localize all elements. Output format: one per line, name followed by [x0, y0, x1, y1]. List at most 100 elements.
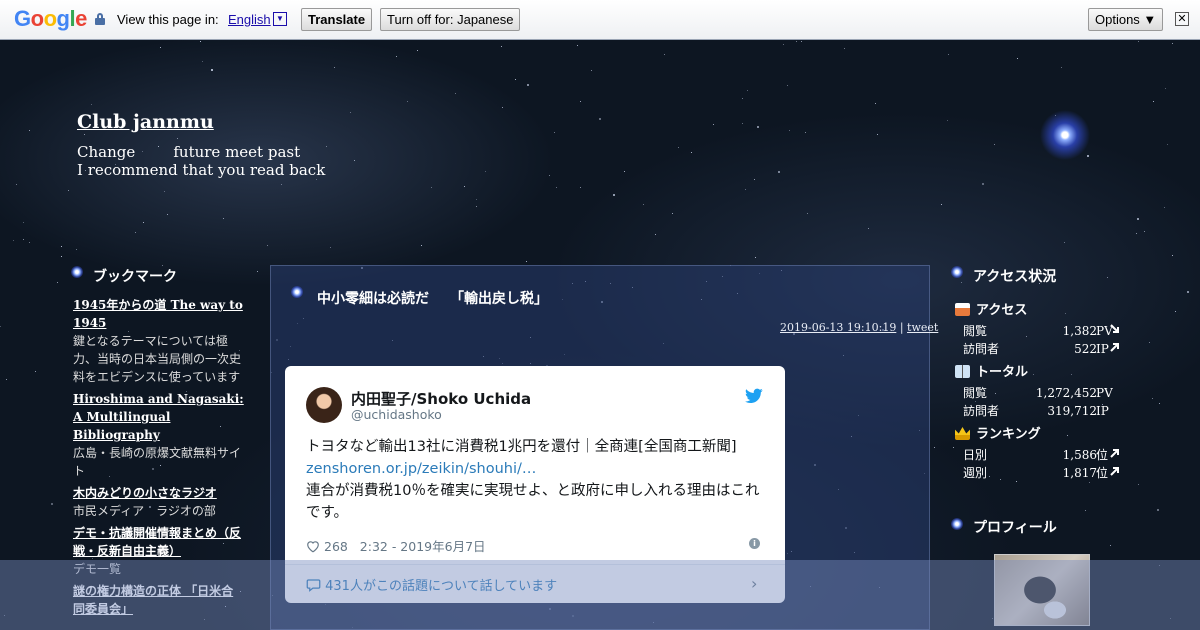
- turn-off-button[interactable]: Turn off for: Japanese: [380, 8, 521, 31]
- star-dot: [1170, 618, 1171, 619]
- star-bullet-icon: [71, 266, 83, 278]
- star-dot: [1064, 242, 1065, 243]
- star-dot: [200, 41, 201, 42]
- star-dot: [643, 204, 644, 205]
- options-button[interactable]: Options ▼: [1088, 8, 1164, 31]
- star-dot: [1089, 482, 1090, 483]
- embedded-tweet[interactable]: 内田聖子/Shoko Uchida @uchidashoko トヨタなど輸出13…: [285, 366, 785, 603]
- site-title[interactable]: Club jannmu: [77, 111, 214, 133]
- star-dot: [167, 214, 168, 215]
- star-dot: [23, 239, 24, 240]
- star-dot: [745, 189, 746, 190]
- star-dot: [407, 101, 408, 102]
- star-dot: [1159, 565, 1160, 566]
- access-section-header: アクセス: [955, 302, 1135, 322]
- entry-date-link[interactable]: 2019-06-13 19:10:19: [780, 321, 896, 334]
- star-dot: [257, 271, 258, 272]
- star-dot: [982, 183, 984, 185]
- star-dot: [1167, 144, 1168, 145]
- bookmark-desc: 広島・長崎の原爆文献無料サイト: [73, 446, 242, 478]
- chevron-right-icon[interactable]: ›: [751, 574, 757, 593]
- bookmark-list: 1945年からの道 The way to 1945 鍵となるテーマについては極力…: [73, 296, 245, 618]
- profile-cat-image[interactable]: [994, 554, 1090, 626]
- star-dot: [61, 246, 62, 247]
- star-dot: [577, 45, 578, 46]
- star-dot: [350, 112, 351, 113]
- stat-key: 訪問者: [963, 342, 1000, 356]
- star-dot: [691, 152, 692, 153]
- star-dot: [29, 242, 30, 243]
- star-dot: [875, 103, 876, 104]
- translate-button[interactable]: Translate: [301, 8, 373, 31]
- tweet-time[interactable]: 2:32 - 2019年6月7日: [360, 539, 486, 554]
- info-icon[interactable]: i: [749, 538, 760, 549]
- stat-key: 訪問者: [963, 404, 1000, 418]
- stat-key: 日別: [963, 448, 988, 462]
- star-dot: [1110, 545, 1111, 546]
- profile-heading: プロフィール: [973, 520, 1057, 536]
- star-dot: [16, 184, 17, 185]
- star-dot: [556, 187, 557, 188]
- star-dot: [0, 326, 1, 327]
- stat-unit: 位: [1096, 466, 1109, 480]
- star-dot: [947, 120, 948, 121]
- tweet-author-handle[interactable]: @uchidashoko: [351, 407, 442, 422]
- star-dot: [1157, 509, 1159, 511]
- star-dot: [527, 84, 529, 86]
- like-count[interactable]: 268: [324, 539, 348, 554]
- star-dot: [787, 85, 788, 86]
- star-dot: [1144, 231, 1145, 232]
- tweet-footer: 268 2:32 - 2019年6月7日: [306, 536, 486, 555]
- star-dot: [1017, 58, 1018, 59]
- star-dot: [580, 101, 581, 102]
- tweet-link[interactable]: zenshoren.or.jp/zeikin/shouhi/…: [306, 461, 536, 477]
- star-dot: [554, 132, 555, 133]
- bookmark-link[interactable]: Hiroshima and Nagasaki: A Multilingual B…: [73, 390, 245, 444]
- star-bullet-icon: [951, 518, 963, 530]
- avatar[interactable]: [306, 387, 342, 423]
- entry-category-link[interactable]: tweet: [907, 321, 938, 334]
- bookmark-link[interactable]: 謎の権力構造の正体 「日米合同委員会」: [73, 582, 245, 618]
- star-dot: [948, 54, 949, 55]
- stat-row: 訪問者 319,712 IP: [955, 402, 1135, 420]
- tweet-author-name[interactable]: 内田聖子/Shoko Uchida: [351, 388, 531, 409]
- star-dot: [455, 93, 456, 94]
- language-dropdown-icon[interactable]: ▼: [273, 12, 287, 26]
- star-dot: [396, 56, 397, 57]
- crown-icon: [955, 427, 970, 440]
- bookmark-link[interactable]: 木内みどりの小さなラジオ: [73, 484, 245, 502]
- star-dot: [1138, 484, 1139, 485]
- lock-icon: [95, 13, 105, 25]
- star-dot: [713, 124, 714, 125]
- star-dot: [580, 187, 581, 188]
- star-dot: [992, 618, 993, 619]
- star-dot: [877, 134, 878, 135]
- star-dot: [934, 447, 935, 448]
- stat-key: 週別: [963, 466, 988, 480]
- star-dot: [526, 261, 527, 262]
- twitter-bird-icon[interactable]: [745, 388, 763, 404]
- star-dot: [1136, 233, 1137, 234]
- conversation-link[interactable]: 431人がこの話題について話しています: [306, 575, 557, 594]
- star-dot: [334, 67, 335, 68]
- heart-icon[interactable]: [306, 540, 320, 553]
- star-dot: [330, 247, 331, 248]
- star-dot: [664, 54, 665, 55]
- star-dot: [994, 144, 995, 145]
- stat-row: 日別 1,586 位: [955, 446, 1135, 464]
- access-section-label: ランキング: [976, 427, 1041, 442]
- star-dot: [941, 204, 942, 205]
- star-dot: [678, 147, 679, 148]
- star-dot: [778, 171, 780, 173]
- close-icon[interactable]: ✕: [1175, 12, 1189, 26]
- bookmark-link[interactable]: デモ・抗議開催情報まとめ（反戦・反新自由主義）: [73, 524, 245, 560]
- tweet-text-line1: トヨタなど輸出13社に消費税1兆円を還付｜全商連[全国商工新聞]: [306, 439, 737, 455]
- star-dot: [1055, 115, 1056, 116]
- bookmark-desc: 市民メディア ラジオの部: [73, 504, 216, 518]
- star-dot: [742, 98, 743, 99]
- star-dot: [23, 222, 24, 223]
- bookmark-link[interactable]: 1945年からの道 The way to 1945: [73, 296, 245, 332]
- google-logo: Google: [14, 6, 87, 31]
- language-link[interactable]: English: [228, 12, 271, 27]
- star-dot: [164, 191, 165, 192]
